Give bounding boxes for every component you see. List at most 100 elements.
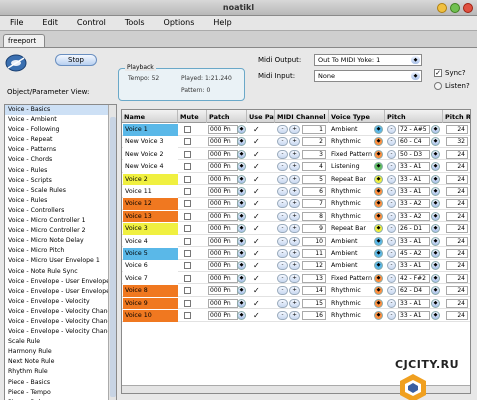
table-row[interactable]: Voice 6 000 Pn ◆ ✓ - +12 Ambient ◆ -33 - A1 ◆ 24 <box>122 260 470 272</box>
pitch-stepper-icon[interactable]: ◆ <box>431 261 440 271</box>
pitch-stepper-icon[interactable]: ◆ <box>431 174 440 184</box>
list-item[interactable]: Voice - Repeat <box>5 135 116 145</box>
list-item[interactable]: Rhythm Rule <box>5 367 116 377</box>
channel-decrement-button[interactable]: - <box>277 224 288 234</box>
channel-decrement-button[interactable]: - <box>277 137 288 147</box>
mute-checkbox[interactable] <box>184 163 191 171</box>
pitch-field[interactable]: 45 - A2 <box>398 249 430 258</box>
table-row[interactable]: Voice 8 000 Pn ◆ ✓ - +14 Rhythmic ◆ -62 - D4 ◆ 24 <box>122 285 470 297</box>
pitch-stepper-icon[interactable]: ◆ <box>431 286 440 296</box>
midi-channel-field[interactable]: 14 <box>302 286 326 296</box>
table-row[interactable]: Voice 3 000 Pn ◆ ✓ - +9 Repeat Bar ◆ -26 - D1 ◆ 24 <box>122 223 470 235</box>
table-row[interactable]: Voice 7 000 Pn ◆ ✓ - +13 Fixed Pattern ◆ -42 - F… <box>122 272 470 285</box>
use-patch-check-icon[interactable]: ✓ <box>253 186 267 198</box>
pitch-range-field[interactable]: 24 <box>446 273 468 283</box>
use-patch-check-icon[interactable]: ✓ <box>253 174 267 186</box>
pitch-decrement-button[interactable]: - <box>387 199 396 209</box>
voice-type-value[interactable]: Fixed Pattern <box>331 149 373 161</box>
table-row[interactable]: New Voice 3 000 Pn ◆ ✓ - +2 Rhythmic ◆ -60 - C4 ◆… <box>122 136 470 148</box>
patch-field[interactable]: 000 Pn <box>208 211 238 221</box>
use-patch-check-icon[interactable]: ✓ <box>253 149 267 161</box>
pitch-decrement-button[interactable]: - <box>387 174 396 184</box>
use-patch-check-icon[interactable]: ✓ <box>253 211 267 223</box>
channel-decrement-button[interactable]: - <box>277 187 288 196</box>
patch-stepper-icon[interactable]: ◆ <box>237 174 246 184</box>
mute-checkbox[interactable] <box>184 138 191 146</box>
midi-channel-field[interactable]: 11 <box>302 249 326 258</box>
use-patch-check-icon[interactable]: ✓ <box>253 260 267 272</box>
use-patch-check-icon[interactable]: ✓ <box>253 248 267 260</box>
pitch-range-field[interactable]: 24 <box>446 125 468 134</box>
pitch-decrement-button[interactable]: - <box>387 236 396 246</box>
pitch-range-field[interactable]: 24 <box>446 311 468 320</box>
midi-channel-field[interactable]: 8 <box>302 211 326 221</box>
maximize-icon[interactable] <box>450 3 460 13</box>
patch-field[interactable]: 000 Pn <box>208 224 238 234</box>
channel-decrement-button[interactable]: - <box>277 174 288 184</box>
voice-type-value[interactable]: Rhythmic <box>331 298 373 310</box>
voice-type-dropdown-icon[interactable]: ◆ <box>374 125 383 134</box>
mute-checkbox[interactable] <box>184 262 191 270</box>
voice-name-cell[interactable]: Voice 13 <box>123 210 178 223</box>
channel-increment-button[interactable]: + <box>289 137 300 147</box>
patch-field[interactable]: 000 Pn <box>208 311 238 320</box>
pitch-field[interactable]: 33 - A1 <box>398 187 430 196</box>
pitch-decrement-button[interactable]: - <box>387 149 396 159</box>
voice-name-cell[interactable]: Voice 12 <box>123 198 178 210</box>
midi-channel-field[interactable]: 1 <box>302 125 326 134</box>
col-patch[interactable]: Patch <box>207 110 247 123</box>
channel-increment-button[interactable]: + <box>289 249 300 258</box>
close-icon[interactable] <box>463 3 473 13</box>
channel-increment-button[interactable]: + <box>289 125 300 134</box>
voice-type-value[interactable]: Rhythmic <box>331 198 373 210</box>
pitch-range-field[interactable]: 24 <box>446 286 468 296</box>
pitch-stepper-icon[interactable]: ◆ <box>431 224 440 234</box>
patch-stepper-icon[interactable]: ◆ <box>237 149 246 159</box>
midi-channel-field[interactable]: 9 <box>302 224 326 234</box>
col-midi-channel[interactable]: MIDI Channel <box>275 110 329 123</box>
channel-increment-button[interactable]: + <box>289 236 300 246</box>
list-item[interactable]: Voice - Following <box>5 125 116 135</box>
pitch-range-field[interactable]: 24 <box>446 174 468 184</box>
channel-increment-button[interactable]: + <box>289 273 300 283</box>
pitch-range-field[interactable]: 32 <box>446 137 468 147</box>
patch-field[interactable]: 000 Pn <box>208 149 238 159</box>
pitch-decrement-button[interactable]: - <box>387 286 396 296</box>
voice-name-cell[interactable]: New Voice 3 <box>123 136 178 148</box>
pitch-field[interactable]: 33 - A2 <box>398 211 430 221</box>
use-patch-check-icon[interactable]: ✓ <box>253 223 267 235</box>
mute-checkbox[interactable] <box>184 188 191 195</box>
midi-channel-field[interactable]: 12 <box>302 261 326 271</box>
pitch-decrement-button[interactable]: - <box>387 311 396 320</box>
menu-edit[interactable]: Edit <box>32 16 67 30</box>
col-use-patch[interactable]: Use Patch <box>247 110 275 123</box>
list-item[interactable]: Voice - Patterns <box>5 145 116 155</box>
patch-stepper-icon[interactable]: ◆ <box>237 162 246 172</box>
voice-type-value[interactable]: Rhythmic <box>331 211 373 223</box>
mute-checkbox[interactable] <box>184 126 191 133</box>
pitch-field[interactable]: 33 - A1 <box>398 162 430 172</box>
pitch-field[interactable]: 42 - F#2 <box>398 273 430 283</box>
midi-channel-field[interactable]: 13 <box>302 273 326 283</box>
midi-channel-field[interactable]: 2 <box>302 137 326 147</box>
pitch-stepper-icon[interactable]: ◆ <box>431 149 440 159</box>
menu-tools[interactable]: Tools <box>115 16 154 30</box>
patch-field[interactable]: 000 Pn <box>208 125 238 134</box>
voice-type-value[interactable]: Ambient <box>331 124 373 136</box>
pitch-field[interactable]: 72 - A#5 <box>398 125 430 134</box>
mute-checkbox[interactable] <box>184 274 191 282</box>
listen-checkbox[interactable] <box>434 82 442 90</box>
voice-type-value[interactable]: Repeat Bar <box>331 174 373 186</box>
patch-field[interactable]: 000 Pn <box>208 298 238 308</box>
patch-stepper-icon[interactable]: ◆ <box>237 298 246 308</box>
pitch-field[interactable]: 50 - D3 <box>398 149 430 159</box>
minimize-icon[interactable] <box>437 3 447 13</box>
voice-type-value[interactable]: Ambient <box>331 236 373 248</box>
list-item[interactable]: Voice - Envelope - Velocity Change <box>5 307 116 317</box>
list-item[interactable]: Voice - Scale Rules <box>5 186 116 196</box>
pitch-decrement-button[interactable]: - <box>387 298 396 308</box>
channel-increment-button[interactable]: + <box>289 298 300 308</box>
table-row[interactable]: Voice 13 000 Pn ◆ ✓ - +8 Rhythmic ◆ -33 - A2 ◆ 24 <box>122 210 470 223</box>
channel-decrement-button[interactable]: - <box>277 162 288 172</box>
table-row[interactable]: New Voice 4 000 Pn ◆ ✓ - +4 Listening ◆ -33 - A1… <box>122 161 470 173</box>
